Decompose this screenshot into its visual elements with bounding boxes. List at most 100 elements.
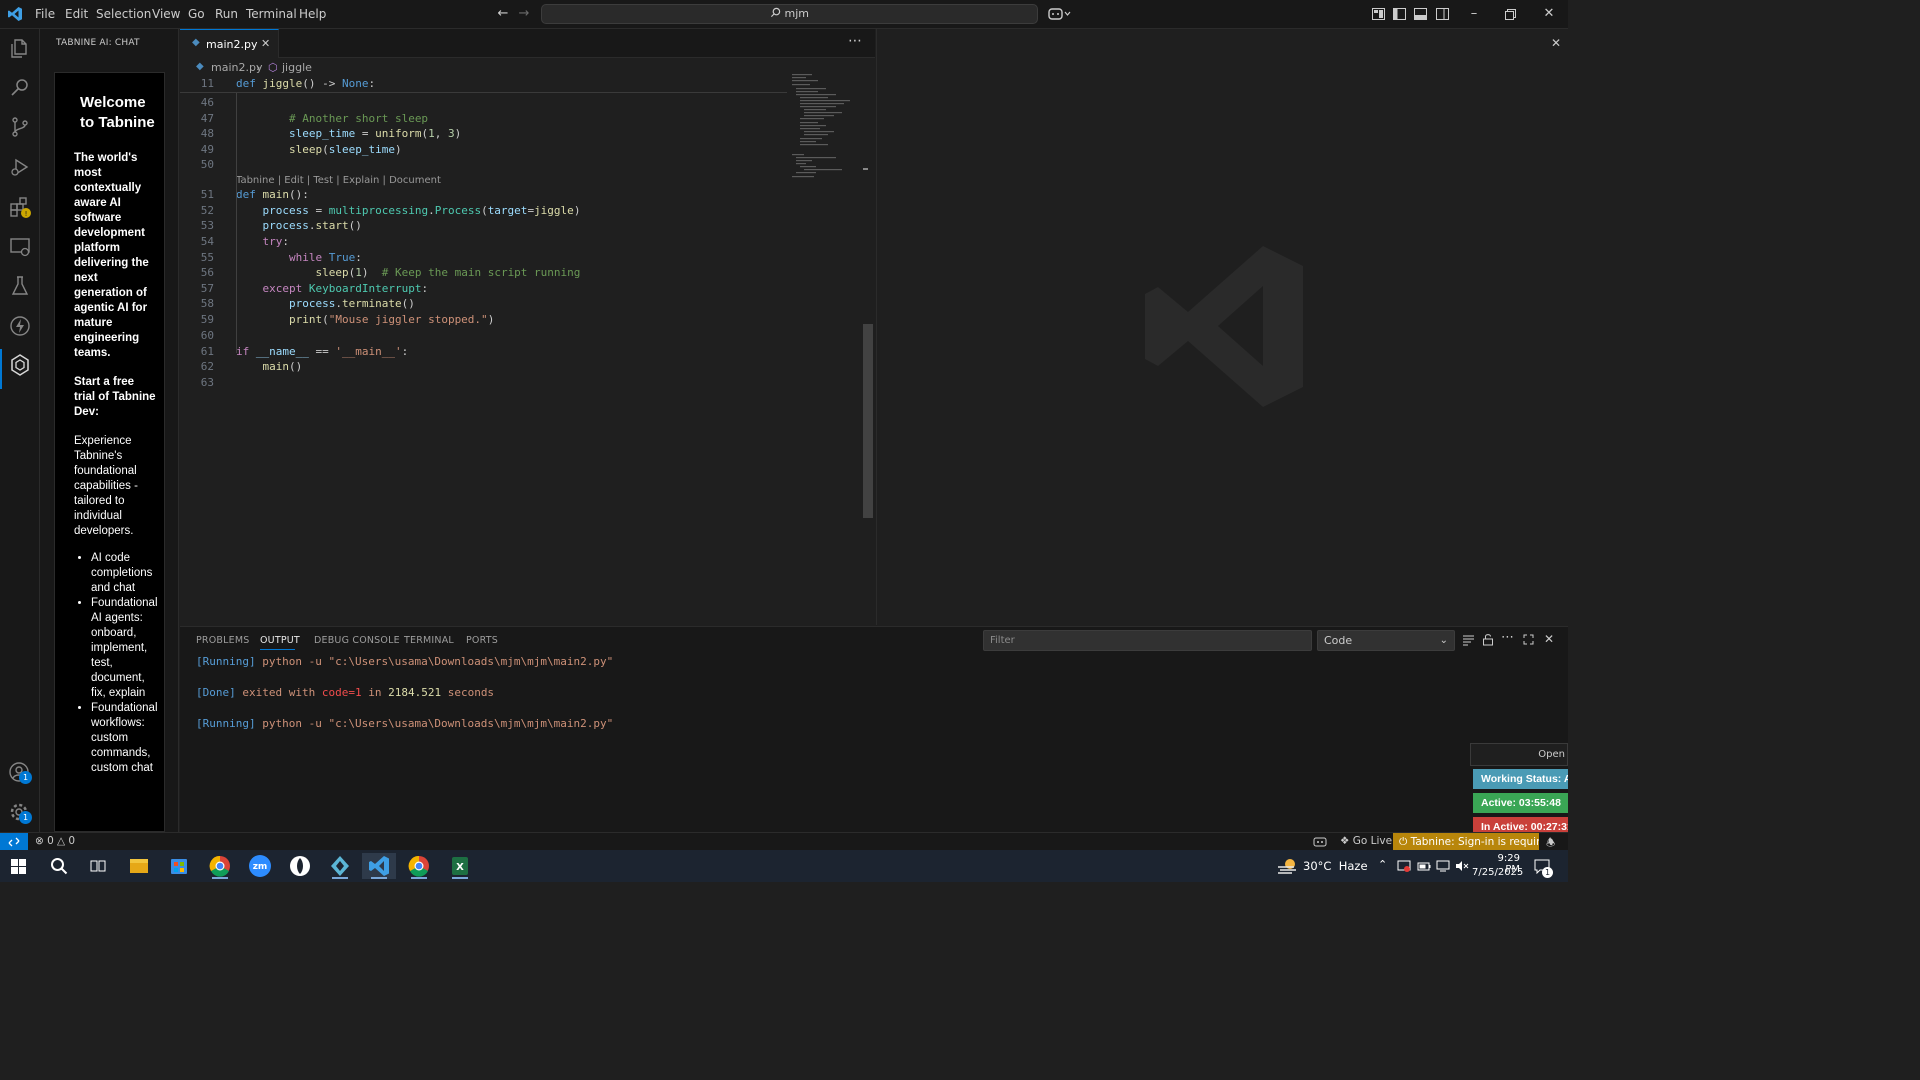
menu-file[interactable]: File <box>35 7 55 21</box>
tab-ports[interactable]: PORTS <box>466 635 498 646</box>
errors-indicator[interactable]: ⊗ 0 <box>35 835 54 847</box>
go-live-button[interactable]: ❖ Go Live <box>1340 835 1392 847</box>
microsoft-store-icon[interactable] <box>162 853 196 879</box>
chrome-profile-icon[interactable] <box>402 853 436 879</box>
app-icon[interactable] <box>283 853 317 879</box>
active-time-badge: Active: 03:55:48 <box>1473 793 1568 813</box>
copilot-icon[interactable] <box>1048 7 1072 21</box>
more-actions-icon[interactable]: ⋯ <box>848 33 862 49</box>
bottom-panel: PROBLEMS OUTPUT DEBUG CONSOLE TERMINAL P… <box>180 626 1568 832</box>
menu-go[interactable]: Go <box>188 7 205 21</box>
code-line: process.terminate() <box>288 297 415 310</box>
toggle-secondary-sidebar-icon[interactable] <box>1436 8 1449 20</box>
restore-icon[interactable] <box>1505 9 1516 20</box>
remote-indicator[interactable] <box>0 833 28 851</box>
search-icon[interactable] <box>8 76 32 100</box>
tabnine-codelens[interactable]: Tabnine | Edit | Test | Explain | Docume… <box>236 175 441 186</box>
copilot-status-icon[interactable] <box>1313 836 1327 848</box>
svg-text:!: ! <box>25 210 28 218</box>
excel-icon[interactable]: X <box>443 853 477 879</box>
close-window-icon[interactable]: ✕ <box>1541 6 1557 22</box>
code-line: def main(): <box>236 188 309 201</box>
output-channel-select[interactable]: Code ⌄ <box>1317 630 1455 651</box>
vscode-logo-icon <box>8 7 22 21</box>
line-number: 60 <box>200 329 214 342</box>
feature-item: Foundational AI agents: onboard, impleme… <box>91 596 158 701</box>
testing-icon[interactable] <box>8 274 32 298</box>
close-tab-icon[interactable]: ✕ <box>261 37 270 50</box>
taskbar-search-icon[interactable] <box>50 857 68 875</box>
output-filter-input[interactable]: Filter <box>983 630 1312 651</box>
weather-haze-icon[interactable] <box>1277 857 1297 875</box>
feature-item: Foundational workflows: custom commands,… <box>91 701 158 776</box>
notification-count-badge: 1 <box>1542 867 1553 878</box>
show-hidden-icons-icon[interactable]: ⌃ <box>1378 858 1387 871</box>
tabnine-icon[interactable] <box>8 353 32 377</box>
thunder-client-icon[interactable] <box>8 314 32 338</box>
toggle-primary-sidebar-icon[interactable] <box>1393 8 1406 20</box>
minimize-icon[interactable]: – <box>1466 6 1482 22</box>
breadcrumb-file[interactable]: main2.py <box>211 61 262 74</box>
warnings-indicator[interactable]: △ 0 <box>57 835 75 847</box>
extensions-icon[interactable]: ! <box>8 195 32 219</box>
network-icon[interactable] <box>1436 859 1450 873</box>
menu-terminal[interactable]: Terminal <box>246 7 297 21</box>
security-icon[interactable] <box>1397 859 1411 873</box>
sidebar-title: TABNINE AI: CHAT <box>56 38 140 48</box>
weather-text[interactable]: 30°C Haze <box>1303 859 1368 873</box>
line-number: 59 <box>200 313 214 326</box>
back-arrow-icon[interactable]: ← <box>495 6 511 22</box>
close-panel-icon[interactable]: ✕ <box>1544 632 1554 646</box>
code-line: sleep(1) # Keep the main script running <box>315 266 581 279</box>
battery-icon[interactable] <box>1417 860 1431 872</box>
python-file-icon: ◆ <box>196 61 204 72</box>
sticky-scroll-line[interactable]: 11 def jiggle() -> None: <box>180 76 787 93</box>
app-icon[interactable] <box>323 853 357 879</box>
editor-scrollbar[interactable] <box>863 324 873 518</box>
feature-item: AI code completions and chat <box>91 551 156 596</box>
line-number: 47 <box>200 112 214 125</box>
line-number: 58 <box>200 297 214 310</box>
close-group-icon[interactable]: ✕ <box>1551 36 1561 50</box>
code-editor[interactable]: ◆ main2.py › ⬡ jiggle 11 def jiggle() ->… <box>180 58 875 625</box>
vscode-taskbar-icon[interactable] <box>362 853 396 879</box>
open-button[interactable]: Open <box>1470 743 1568 766</box>
tab-debug-console[interactable]: DEBUG CONSOLE <box>314 635 400 646</box>
volume-muted-icon[interactable] <box>1455 859 1469 873</box>
tab-main2-py[interactable]: ◆ main2.py ✕ <box>180 29 279 58</box>
tab-problems[interactable]: PROBLEMS <box>196 635 249 646</box>
tab-output[interactable]: OUTPUT <box>260 635 300 646</box>
forward-arrow-icon[interactable]: → <box>516 6 532 22</box>
minimap[interactable] <box>788 58 868 625</box>
lock-icon[interactable] <box>1482 633 1494 646</box>
breadcrumb-symbol[interactable]: jiggle <box>282 61 312 74</box>
run-debug-icon[interactable] <box>8 155 32 179</box>
command-center-search[interactable]: mjm <box>541 4 1038 24</box>
menu-edit[interactable]: Edit <box>65 7 88 21</box>
line-number: 55 <box>200 251 214 264</box>
running-indicator <box>332 877 348 879</box>
remote-explorer-icon[interactable] <box>8 235 32 259</box>
menu-selection[interactable]: Selection <box>96 7 151 21</box>
tab-terminal[interactable]: TERMINAL <box>404 635 454 646</box>
tabnine-status-button[interactable]: ⏻ Tabnine: Sign-in is required <box>1393 833 1539 851</box>
file-explorer-icon[interactable] <box>122 853 156 879</box>
menu-help[interactable]: Help <box>299 7 326 21</box>
title-bar: File Edit Selection View Go Run Terminal… <box>0 0 1568 29</box>
empty-editor-group: ✕ <box>876 29 1568 625</box>
toggle-panel-icon[interactable] <box>1414 8 1427 20</box>
menu-view[interactable]: View <box>152 7 180 21</box>
explorer-icon[interactable] <box>8 37 32 61</box>
windows-start-icon[interactable] <box>11 859 26 874</box>
maximize-panel-icon[interactable] <box>1523 634 1534 645</box>
editor-tab-bar: ◆ main2.py ✕ ⋯ <box>180 29 875 58</box>
source-control-icon[interactable] <box>8 115 32 139</box>
chrome-icon[interactable] <box>203 853 237 879</box>
clear-output-icon[interactable] <box>1462 634 1475 646</box>
task-view-icon[interactable] <box>90 858 106 874</box>
clock-date[interactable]: 7/25/2025 <box>1472 867 1523 878</box>
zoom-icon[interactable]: zm <box>243 853 277 879</box>
customize-layout-icon[interactable] <box>1372 8 1385 20</box>
menu-run[interactable]: Run <box>215 7 238 21</box>
more-actions-icon[interactable]: ⋯ <box>1501 630 1514 645</box>
